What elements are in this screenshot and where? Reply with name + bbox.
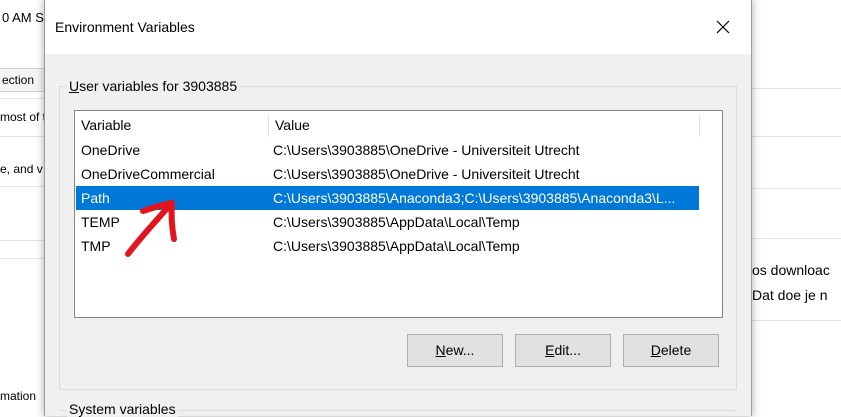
- variable-name: TEMP: [81, 214, 120, 230]
- user-variables-list[interactable]: Variable Value OneDrive C:\Users\3903885…: [74, 110, 723, 318]
- column-header-variable[interactable]: Variable: [75, 111, 268, 139]
- bg-timestamp-text: 0 AM S: [2, 10, 44, 25]
- user-variables-label: User variables for 3903885: [67, 78, 240, 94]
- bg-divider: [0, 98, 44, 99]
- bg-divider: [750, 188, 841, 189]
- variable-name: Path: [81, 190, 110, 206]
- bg-divider: [750, 136, 841, 137]
- delete-button[interactable]: Delete: [623, 334, 719, 367]
- bg-tab[interactable]: ection: [0, 68, 45, 92]
- bg-divider: [750, 88, 841, 89]
- close-button[interactable]: [709, 13, 737, 41]
- variable-value: C:\Users\3903885\AppData\Local\Temp: [273, 214, 520, 230]
- list-item-tmp[interactable]: TMP C:\Users\3903885\AppData\Local\Temp: [76, 234, 699, 258]
- variable-value: C:\Users\3903885\OneDrive - Universiteit…: [273, 142, 580, 158]
- column-separator[interactable]: [699, 115, 700, 137]
- list-item-temp[interactable]: TEMP C:\Users\3903885\AppData\Local\Temp: [76, 210, 699, 234]
- environment-variables-dialog: Environment Variables User variables for…: [44, 0, 752, 417]
- bg-text-1: most of t: [0, 110, 47, 124]
- list-item-onedrivecommercial[interactable]: OneDriveCommercial C:\Users\3903885\OneD…: [76, 162, 699, 186]
- variable-value: C:\Users\3903885\AppData\Local\Temp: [273, 238, 520, 254]
- bg-divider: [0, 186, 44, 187]
- variable-value: C:\Users\3903885\OneDrive - Universiteit…: [273, 166, 580, 182]
- bg-text-right-2: Dat doe je n: [752, 287, 828, 303]
- variable-name: TMP: [81, 238, 111, 254]
- dialog-title: Environment Variables: [55, 19, 195, 35]
- list-item-path[interactable]: Path C:\Users\3903885\Anaconda3;C:\Users…: [75, 185, 700, 211]
- variable-name: OneDriveCommercial: [81, 166, 215, 182]
- system-variables-label: System variables: [67, 401, 178, 417]
- bg-divider: [0, 136, 44, 137]
- variable-name: OneDrive: [81, 142, 141, 158]
- close-icon: [716, 20, 730, 34]
- bg-divider: [0, 240, 44, 241]
- bg-divider: [0, 258, 44, 259]
- bg-text-3: mation: [0, 389, 37, 403]
- new-button[interactable]: New...: [407, 334, 503, 367]
- bg-text-right-1: os downloac: [752, 262, 830, 278]
- edit-button[interactable]: Edit...: [515, 334, 611, 367]
- dialog-titlebar: Environment Variables: [45, 0, 751, 54]
- bg-divider: [750, 320, 841, 321]
- bg-divider: [750, 238, 841, 239]
- column-header-value[interactable]: Value: [269, 111, 699, 139]
- bg-text-2: e, and v: [0, 162, 43, 176]
- list-item-onedrive[interactable]: OneDrive C:\Users\3903885\OneDrive - Uni…: [76, 138, 699, 162]
- list-header: Variable Value: [75, 111, 722, 139]
- variable-value: C:\Users\3903885\Anaconda3;C:\Users\3903…: [273, 190, 676, 206]
